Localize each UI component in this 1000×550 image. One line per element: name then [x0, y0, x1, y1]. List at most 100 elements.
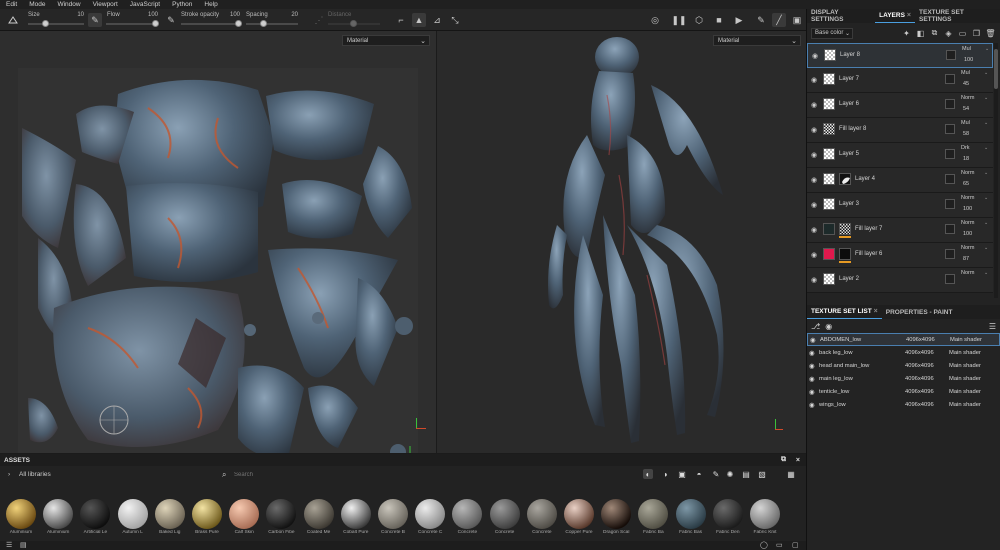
eye-icon[interactable]: ◉	[811, 151, 817, 159]
layer-mask-slot[interactable]	[945, 149, 955, 159]
layer-opacity[interactable]: 100	[963, 231, 972, 237]
material-thumbnail[interactable]	[489, 499, 520, 529]
viewport-2d-mode-select[interactable]: Material ⌄	[342, 35, 430, 46]
filter-materials-icon[interactable]: ◐	[643, 469, 653, 479]
tab-layers[interactable]: LAYERS ×	[875, 9, 916, 23]
pause-icon[interactable]: ❚❚	[671, 13, 686, 27]
mask-thumbnail[interactable]	[839, 173, 851, 185]
material-thumbnail[interactable]	[303, 499, 334, 529]
layer-mask-slot[interactable]	[945, 199, 955, 209]
layer-mask-slot[interactable]	[945, 224, 955, 234]
mirror-icon[interactable]: ▲	[412, 13, 426, 27]
layer-blend-mode[interactable]: Mul	[962, 46, 971, 52]
layer-blend-mode[interactable]: Norm	[961, 270, 974, 276]
tab-texture-set-settings[interactable]: TEXTURE SET SETTINGS	[915, 9, 1000, 23]
brush-shape-icon[interactable]	[6, 13, 20, 27]
material-thumbnail[interactable]	[6, 499, 36, 529]
assets-search-input[interactable]	[234, 469, 624, 480]
layer-blend-mode[interactable]: Drk	[961, 145, 970, 151]
eye-icon[interactable]: ◉	[811, 101, 817, 109]
filter-brushes-icon[interactable]: ✎	[711, 469, 721, 479]
layer-row[interactable]: ◉ Layer 2 Norm ⌄	[807, 268, 993, 293]
add-folder-icon[interactable]: ▭	[957, 28, 968, 39]
material-thumbnail[interactable]	[601, 499, 632, 529]
eye-icon[interactable]: ◉	[811, 76, 817, 84]
symmetry-icon[interactable]: ⌐	[394, 13, 408, 27]
material-thumbnail[interactable]	[415, 499, 446, 529]
layer-mask-slot[interactable]	[945, 249, 955, 259]
mask-thumbnail[interactable]	[839, 248, 851, 260]
material-thumbnail[interactable]	[340, 499, 371, 529]
material-thumbnail[interactable]	[229, 499, 260, 529]
tab-properties-paint[interactable]: PROPERTIES - PAINT	[882, 305, 957, 319]
chevron-down-icon[interactable]: ⌄	[984, 220, 988, 226]
layer-opacity[interactable]: 18	[963, 156, 969, 162]
eye-icon[interactable]: ◉	[811, 126, 817, 134]
large-thumbnail-icon[interactable]: ▢	[792, 541, 799, 549]
thumbnail-size-icon[interactable]: ▭	[776, 541, 783, 549]
add-layer-icon[interactable]: ⧉	[929, 28, 940, 39]
filter-particles-icon[interactable]: ✺	[725, 469, 735, 479]
material-thumbnail[interactable]	[117, 499, 148, 529]
layer-opacity[interactable]: 58	[963, 131, 969, 137]
material-thumbnail[interactable]	[526, 499, 557, 529]
chevron-down-icon[interactable]: ⌄	[984, 120, 988, 126]
spacing-slider[interactable]	[246, 20, 298, 27]
layer-row[interactable]: ◉ Fill layer 8 Mul 58 ⌄	[807, 118, 993, 143]
layer-opacity[interactable]: 45	[963, 81, 969, 87]
channel-select[interactable]: Base color ⌄	[811, 27, 853, 39]
close-icon[interactable]: ×	[874, 308, 878, 315]
chevron-right-icon[interactable]: ›	[8, 471, 10, 478]
layer-opacity[interactable]: 100	[963, 206, 972, 212]
close-icon[interactable]: ×	[796, 457, 800, 464]
spacing-value[interactable]: 20	[286, 12, 298, 18]
material-thumbnail[interactable]	[452, 499, 483, 529]
stroke-opacity-value[interactable]: 100	[226, 12, 240, 18]
eye-icon[interactable]: ◉	[812, 52, 818, 60]
layer-row[interactable]: ◉ Layer 5 Drk 18 ⌄	[807, 143, 993, 168]
transform-icon[interactable]: ⤡	[448, 13, 462, 27]
visibility-icon[interactable]: ◉	[825, 322, 832, 331]
layer-mask-slot[interactable]	[945, 274, 955, 284]
solo-icon[interactable]: ◎	[648, 13, 662, 27]
layer-mask-slot[interactable]	[945, 174, 955, 184]
texture-set-row[interactable]: ◉ main leg_low 4096x4096 Main shader	[807, 372, 1000, 385]
texture-set-row[interactable]: ◉ tenticle_low 4096x4096 Main shader	[807, 385, 1000, 398]
projection-icon[interactable]: ⊿	[430, 13, 444, 27]
menu-window[interactable]: Window	[57, 1, 80, 8]
chevron-down-icon[interactable]: ⌄	[984, 270, 988, 276]
viewport-2d[interactable]: Material ⌄	[0, 31, 436, 453]
eye-icon[interactable]: ◉	[807, 349, 819, 357]
creature-model[interactable]	[547, 35, 727, 447]
zoom-icon[interactable]: ◯	[760, 541, 768, 549]
size-slider[interactable]	[28, 20, 84, 27]
layer-row[interactable]: ◉ Layer 8 Mul 100 ⌄	[807, 43, 993, 68]
layer-mask-slot[interactable]	[945, 74, 955, 84]
material-thumbnail[interactable]	[154, 499, 185, 529]
mask-thumbnail[interactable]	[839, 223, 851, 235]
layer-blend-mode[interactable]: Norm	[961, 95, 974, 101]
layer-blend-mode[interactable]: Norm	[961, 220, 974, 226]
pen-pressure-icon[interactable]: ✎	[88, 13, 102, 27]
menu-mode[interactable]: Mode	[29, 1, 45, 8]
list-icon[interactable]: ▤	[20, 541, 27, 549]
lazy-mouse-icon[interactable]: ⋰	[312, 13, 326, 27]
close-icon[interactable]: ×	[907, 12, 911, 19]
layer-blend-mode[interactable]: Mul	[961, 120, 970, 126]
layer-opacity[interactable]: 65	[963, 181, 969, 187]
camera-icon[interactable]: ■	[712, 13, 726, 27]
pen-icon[interactable]: ✎	[164, 13, 178, 27]
sidebar-toggle-icon[interactable]: ☰	[6, 541, 12, 549]
material-thumbnail[interactable]	[192, 499, 222, 529]
layer-blend-mode[interactable]: Norm	[961, 170, 974, 176]
texture-set-row[interactable]: ◉ back leg_low 4096x4096 Main shader	[807, 346, 1000, 359]
texture-set-shader[interactable]: Main shader	[949, 402, 993, 408]
layer-opacity[interactable]: 54	[963, 106, 969, 112]
layer-opacity[interactable]: 100	[964, 57, 973, 63]
video-icon[interactable]: ▶	[732, 13, 746, 27]
chevron-down-icon[interactable]: ⌄	[984, 245, 988, 251]
eye-icon[interactable]: ◉	[811, 276, 817, 284]
flow-slider[interactable]	[106, 20, 159, 27]
chevron-down-icon[interactable]: ⌄	[984, 145, 988, 151]
material-thumbnail[interactable]	[266, 499, 297, 529]
